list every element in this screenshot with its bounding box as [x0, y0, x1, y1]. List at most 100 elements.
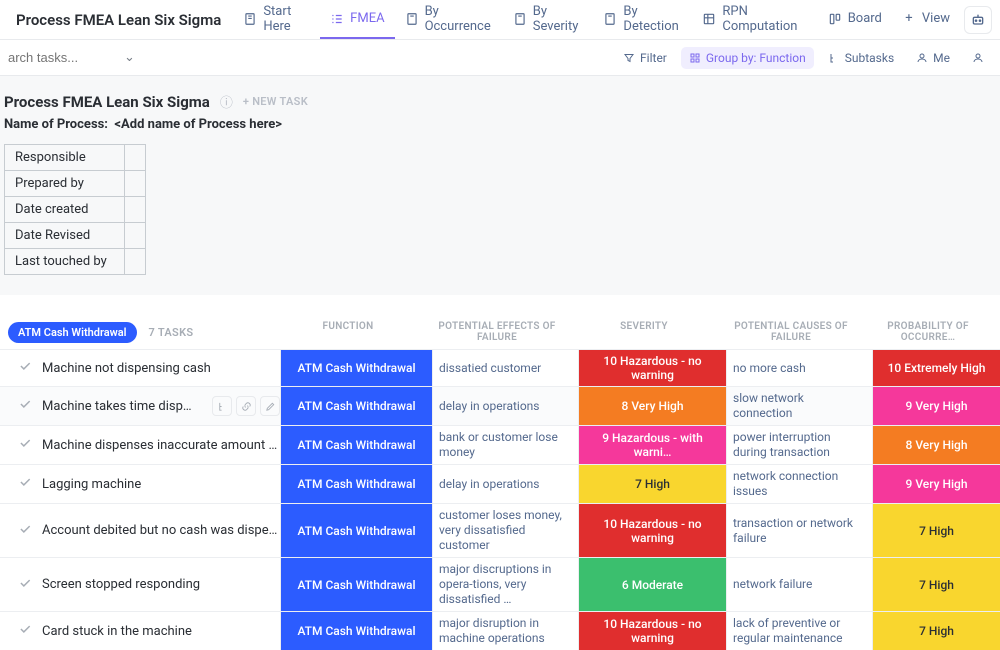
meta-row: Prepared by: [5, 171, 146, 197]
cell-effects[interactable]: major disruption in machine operations: [432, 612, 578, 650]
check-icon[interactable]: [18, 475, 32, 493]
me-button[interactable]: Me: [908, 47, 958, 69]
cell-function[interactable]: ATM Cash Withdrawal: [280, 387, 432, 425]
cell-severity[interactable]: 10 Hazardous - no warning: [578, 504, 726, 557]
cell-causes[interactable]: no more cash: [726, 350, 872, 386]
cell-causes[interactable]: transaction or network failure: [726, 504, 872, 557]
cell-probability[interactable]: 9 Very High: [872, 387, 1000, 425]
tab-fmea[interactable]: FMEA: [320, 0, 394, 39]
task-row[interactable]: Card stuck in the machine ATM Cash Withd…: [0, 611, 1000, 650]
tab-add-view[interactable]: + View: [892, 0, 960, 39]
cell-causes[interactable]: slow network connection: [726, 387, 872, 425]
tab-board[interactable]: Board: [818, 0, 892, 39]
doc-icon: [513, 12, 527, 26]
group-by-button[interactable]: Group by: Function: [681, 47, 814, 69]
top-bar: Process FMEA Lean Six Sigma Start Here F…: [0, 0, 1000, 40]
cell-effects[interactable]: delay in operations: [432, 387, 578, 425]
meta-value[interactable]: [125, 171, 146, 197]
cell-probability[interactable]: 7 High: [872, 612, 1000, 650]
task-name[interactable]: Card stuck in the machine: [42, 624, 192, 639]
col-causes[interactable]: POTENTIAL CAUSES OF FAILURE: [718, 321, 864, 343]
check-icon[interactable]: [18, 359, 32, 377]
check-icon[interactable]: [18, 622, 32, 640]
check-icon[interactable]: [18, 436, 32, 454]
process-name-value[interactable]: <Add name of Process here>: [114, 117, 282, 132]
row-actions: [212, 396, 280, 416]
cell-probability[interactable]: 7 High: [872, 558, 1000, 611]
task-name[interactable]: Screen stopped responding: [42, 577, 200, 592]
doc-icon: [603, 12, 617, 26]
cell-effects[interactable]: customer loses money, very dissatisfied …: [432, 504, 578, 557]
link-button[interactable]: [236, 396, 256, 416]
col-probability[interactable]: PROBABILITY OF OCCURRE…: [864, 321, 992, 343]
cell-severity[interactable]: 10 Hazardous - no warning: [578, 350, 726, 386]
tab-by-severity[interactable]: By Severity: [503, 0, 594, 39]
col-severity[interactable]: SEVERITY: [570, 321, 718, 343]
tab-rpn-computation[interactable]: RPN Computation: [692, 0, 817, 39]
meta-value[interactable]: [125, 145, 146, 171]
col-effects[interactable]: POTENTIAL EFFECTS OF FAILURE: [424, 321, 570, 343]
tab-label: By Detection: [623, 4, 682, 34]
cell-function[interactable]: ATM Cash Withdrawal: [280, 558, 432, 611]
cell-causes[interactable]: network failure: [726, 558, 872, 611]
cell-effects[interactable]: dissatied customer: [432, 350, 578, 386]
task-row[interactable]: Lagging machine ATM Cash Withdrawal dela…: [0, 464, 1000, 503]
cell-effects[interactable]: bank or customer lose money: [432, 426, 578, 464]
meta-value[interactable]: [125, 197, 146, 223]
cell-function[interactable]: ATM Cash Withdrawal: [280, 504, 432, 557]
cell-function[interactable]: ATM Cash Withdrawal: [280, 350, 432, 386]
meta-value[interactable]: [125, 223, 146, 249]
tab-by-occurrence[interactable]: By Occurrence: [395, 0, 503, 39]
task-name[interactable]: Account debited but no cash was dispense…: [42, 523, 280, 538]
cell-severity[interactable]: 7 High: [578, 465, 726, 503]
group-chip[interactable]: ATM Cash Withdrawal: [8, 322, 137, 343]
task-name[interactable]: Machine dispenses inaccurate amount of c…: [42, 438, 280, 453]
cell-severity[interactable]: 10 Hazardous - no warning: [578, 612, 726, 650]
meta-value[interactable]: [125, 249, 146, 275]
filter-button[interactable]: Filter: [615, 47, 675, 69]
cell-probability[interactable]: 7 High: [872, 504, 1000, 557]
list-title[interactable]: Process FMEA Lean Six Sigma: [4, 93, 210, 111]
task-row[interactable]: Machine not dispensing cash ATM Cash Wit…: [0, 349, 1000, 386]
task-row[interactable]: Machine dispenses inaccurate amount of c…: [0, 425, 1000, 464]
cell-probability[interactable]: 10 Extremely High: [872, 350, 1000, 386]
task-row[interactable]: Machine takes time dispensing cash ATM C…: [0, 386, 1000, 425]
cell-severity[interactable]: 8 Very High: [578, 387, 726, 425]
cell-effects[interactable]: delay in operations: [432, 465, 578, 503]
check-icon[interactable]: [18, 522, 32, 540]
cell-causes[interactable]: network connection issues: [726, 465, 872, 503]
cell-causes[interactable]: power interruption during transaction: [726, 426, 872, 464]
tab-start-here[interactable]: Start Here: [233, 0, 320, 39]
task-left: Card stuck in the machine: [0, 612, 280, 650]
task-name[interactable]: Lagging machine: [42, 477, 141, 492]
task-row[interactable]: Account debited but no cash was dispense…: [0, 503, 1000, 557]
assignee-button[interactable]: [964, 48, 992, 68]
check-icon[interactable]: [18, 397, 32, 415]
cell-function[interactable]: ATM Cash Withdrawal: [280, 426, 432, 464]
cell-function[interactable]: ATM Cash Withdrawal: [280, 612, 432, 650]
check-icon[interactable]: [18, 576, 32, 594]
cell-function[interactable]: ATM Cash Withdrawal: [280, 465, 432, 503]
subtasks-button[interactable]: Subtasks: [820, 47, 902, 69]
cell-effects[interactable]: major discruptions in opera-tions, very …: [432, 558, 578, 611]
subtasks-icon: [828, 52, 840, 64]
chevron-down-icon[interactable]: ⌄: [118, 50, 141, 65]
tab-by-detection[interactable]: By Detection: [593, 0, 692, 39]
cell-probability[interactable]: 9 Very High: [872, 465, 1000, 503]
new-task-button[interactable]: + NEW TASK: [243, 95, 308, 108]
edit-button[interactable]: [260, 396, 280, 416]
task-name[interactable]: Machine takes time dispensing cash: [42, 399, 194, 414]
automations-button[interactable]: [964, 6, 992, 34]
list-icon: [330, 12, 344, 26]
task-name[interactable]: Machine not dispensing cash: [42, 361, 211, 376]
col-function[interactable]: FUNCTION: [272, 321, 424, 343]
info-icon[interactable]: ⓘ: [220, 92, 233, 111]
cell-causes[interactable]: lack of preventive or regular maintenanc…: [726, 612, 872, 650]
cell-severity[interactable]: 6 Moderate: [578, 558, 726, 611]
cell-severity[interactable]: 9 Hazardous - with warni…: [578, 426, 726, 464]
cell-probability[interactable]: 8 Very High: [872, 426, 1000, 464]
task-left: Screen stopped responding: [0, 558, 280, 611]
subtask-button[interactable]: [212, 396, 232, 416]
task-row[interactable]: Screen stopped responding ATM Cash Withd…: [0, 557, 1000, 611]
search-input[interactable]: [8, 50, 118, 65]
